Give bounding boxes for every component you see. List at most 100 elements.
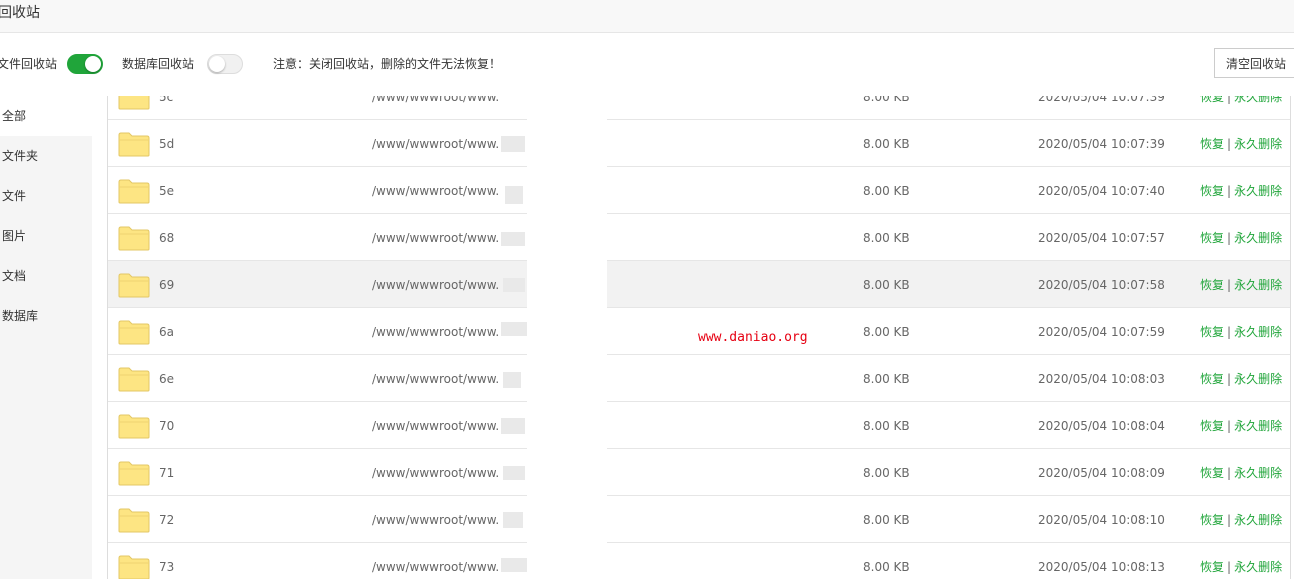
sidebar-item-images[interactable]: 图片 bbox=[0, 216, 92, 256]
file-name: 68 bbox=[159, 231, 175, 245]
file-name: 6a bbox=[159, 325, 174, 339]
toggle-knob bbox=[209, 56, 225, 72]
restore-link[interactable]: 恢复 bbox=[1200, 137, 1224, 151]
original-path: /www/wwwroot/www. bbox=[372, 137, 500, 151]
original-path: /www/wwwroot/www. bbox=[372, 513, 500, 527]
table-row[interactable]: 71 /www/wwwroot/www. 8.00 KB 2020/05/04 … bbox=[108, 449, 1290, 496]
file-name: 72 bbox=[159, 513, 175, 527]
file-name: 5c bbox=[159, 96, 174, 104]
sidebar-item-all[interactable]: 全部 bbox=[0, 96, 92, 136]
row-actions: 恢复 | 永久删除 bbox=[1200, 277, 1282, 293]
permanent-delete-link[interactable]: 永久删除 bbox=[1234, 231, 1282, 245]
table-row[interactable]: 70 /www/wwwroot/www. 8.00 KB 2020/05/04 … bbox=[108, 402, 1290, 449]
row-actions: 恢复 | 永久删除 bbox=[1200, 559, 1282, 575]
table-row[interactable]: 5e /www/wwwroot/www. 8.00 KB 2020/05/04 … bbox=[108, 167, 1290, 214]
file-size: 8.00 KB bbox=[863, 372, 910, 386]
sidebar-item-folders[interactable]: 文件夹 bbox=[0, 136, 92, 176]
file-size: 8.00 KB bbox=[863, 325, 910, 339]
restore-link[interactable]: 恢复 bbox=[1200, 231, 1224, 245]
notice-text: 注意：关闭回收站，删除的文件无法恢复！ bbox=[273, 57, 502, 71]
permanent-delete-link[interactable]: 永久删除 bbox=[1234, 560, 1282, 574]
file-size: 8.00 KB bbox=[863, 513, 910, 527]
row-actions: 恢复 | 永久删除 bbox=[1200, 324, 1282, 340]
original-path: /www/wwwroot/www. bbox=[372, 372, 500, 386]
permanent-delete-link[interactable]: 永久删除 bbox=[1234, 184, 1282, 198]
file-name: 70 bbox=[159, 419, 175, 433]
sidebar-item-files[interactable]: 文件 bbox=[0, 176, 92, 216]
sidebar-item-label: 数据库 bbox=[2, 309, 39, 323]
restore-link[interactable]: 恢复 bbox=[1200, 184, 1224, 198]
folder-icon bbox=[118, 179, 150, 204]
permanent-delete-link[interactable]: 永久删除 bbox=[1234, 419, 1282, 433]
original-path: /www/wwwroot/www. bbox=[372, 325, 500, 339]
toggle-knob bbox=[85, 56, 101, 72]
folder-icon bbox=[118, 132, 150, 157]
original-path: /www/wwwroot/www. bbox=[372, 184, 500, 198]
table-row[interactable]: 6e /www/wwwroot/www. 8.00 KB 2020/05/04 … bbox=[108, 355, 1290, 402]
file-recycle-toggle[interactable] bbox=[67, 54, 103, 74]
permanent-delete-link[interactable]: 永久删除 bbox=[1234, 325, 1282, 339]
sidebar-item-label: 文件 bbox=[2, 189, 27, 203]
restore-link[interactable]: 恢复 bbox=[1200, 372, 1224, 386]
action-separator: | bbox=[1227, 560, 1232, 574]
action-separator: | bbox=[1227, 466, 1232, 480]
restore-link[interactable]: 恢复 bbox=[1200, 278, 1224, 292]
folder-icon bbox=[118, 273, 150, 298]
folder-icon bbox=[118, 555, 150, 579]
restore-link[interactable]: 恢复 bbox=[1200, 325, 1224, 339]
table-row[interactable]: 72 /www/wwwroot/www. 8.00 KB 2020/05/04 … bbox=[108, 496, 1290, 543]
deleted-time: 2020/05/04 10:07:58 bbox=[1038, 278, 1165, 292]
table-row[interactable]: 68 /www/wwwroot/www. 8.00 KB 2020/05/04 … bbox=[108, 214, 1290, 261]
sidebar-item-database[interactable]: 数据库 bbox=[0, 296, 92, 336]
table-row[interactable]: 5d /www/wwwroot/www. 8.00 KB 2020/05/04 … bbox=[108, 120, 1290, 167]
permanent-delete-link[interactable]: 永久删除 bbox=[1234, 137, 1282, 151]
restore-link[interactable]: 恢复 bbox=[1200, 96, 1224, 104]
action-separator: | bbox=[1227, 278, 1232, 292]
original-path: /www/wwwroot/www. bbox=[372, 96, 500, 104]
permanent-delete-link[interactable]: 永久删除 bbox=[1234, 278, 1282, 292]
table-row[interactable]: 69 /www/wwwroot/www. 8.00 KB 2020/05/04 … bbox=[108, 261, 1290, 308]
restore-link[interactable]: 恢复 bbox=[1200, 560, 1224, 574]
original-path: /www/wwwroot/www. bbox=[372, 466, 500, 480]
db-recycle-label: 数据库回收站 bbox=[122, 57, 195, 71]
deleted-time: 2020/05/04 10:08:03 bbox=[1038, 372, 1165, 386]
file-name: 73 bbox=[159, 560, 175, 574]
file-size: 8.00 KB bbox=[863, 466, 910, 480]
restore-link[interactable]: 恢复 bbox=[1200, 419, 1224, 433]
file-size: 8.00 KB bbox=[863, 137, 910, 151]
watermark: www.daniao.org bbox=[698, 330, 808, 345]
file-recycle-label: 文件回收站 bbox=[0, 57, 58, 71]
folder-icon bbox=[118, 96, 150, 110]
permanent-delete-link[interactable]: 永久删除 bbox=[1234, 513, 1282, 527]
table-row[interactable]: 5c /www/wwwroot/www. 8.00 KB 2020/05/04 … bbox=[108, 96, 1290, 120]
sidebar-item-label: 全部 bbox=[2, 109, 27, 123]
permanent-delete-link[interactable]: 永久删除 bbox=[1234, 466, 1282, 480]
folder-icon bbox=[118, 226, 150, 251]
sidebar-item-label: 文档 bbox=[2, 269, 27, 283]
file-name: 69 bbox=[159, 278, 175, 292]
file-size: 8.00 KB bbox=[863, 278, 910, 292]
toolbar: 文件回收站 数据库回收站 注意：关闭回收站，删除的文件无法恢复！ 清空回收站 bbox=[0, 33, 1294, 95]
file-name: 5e bbox=[159, 184, 175, 198]
clear-recycle-bin-button[interactable]: 清空回收站 bbox=[1214, 48, 1294, 78]
permanent-delete-link[interactable]: 永久删除 bbox=[1234, 96, 1282, 104]
title-bar: 回收站 bbox=[0, 0, 1294, 33]
file-size: 8.00 KB bbox=[863, 560, 910, 574]
action-separator: | bbox=[1227, 372, 1232, 386]
row-actions: 恢复 | 永久删除 bbox=[1200, 371, 1282, 387]
file-size: 8.00 KB bbox=[863, 184, 910, 198]
deleted-time: 2020/05/04 10:07:40 bbox=[1038, 184, 1165, 198]
row-actions: 恢复 | 永久删除 bbox=[1200, 418, 1282, 434]
db-recycle-toggle[interactable] bbox=[207, 54, 243, 74]
original-path: /www/wwwroot/www. bbox=[372, 278, 500, 292]
sidebar-item-documents[interactable]: 文档 bbox=[0, 256, 92, 296]
action-separator: | bbox=[1227, 325, 1232, 339]
deleted-time: 2020/05/04 10:07:59 bbox=[1038, 325, 1165, 339]
row-actions: 恢复 | 永久删除 bbox=[1200, 465, 1282, 481]
restore-link[interactable]: 恢复 bbox=[1200, 513, 1224, 527]
table-row[interactable]: 73 /www/wwwroot/www. 8.00 KB 2020/05/04 … bbox=[108, 543, 1290, 579]
permanent-delete-link[interactable]: 永久删除 bbox=[1234, 372, 1282, 386]
action-separator: | bbox=[1227, 137, 1232, 151]
row-actions: 恢复 | 永久删除 bbox=[1200, 230, 1282, 246]
restore-link[interactable]: 恢复 bbox=[1200, 466, 1224, 480]
